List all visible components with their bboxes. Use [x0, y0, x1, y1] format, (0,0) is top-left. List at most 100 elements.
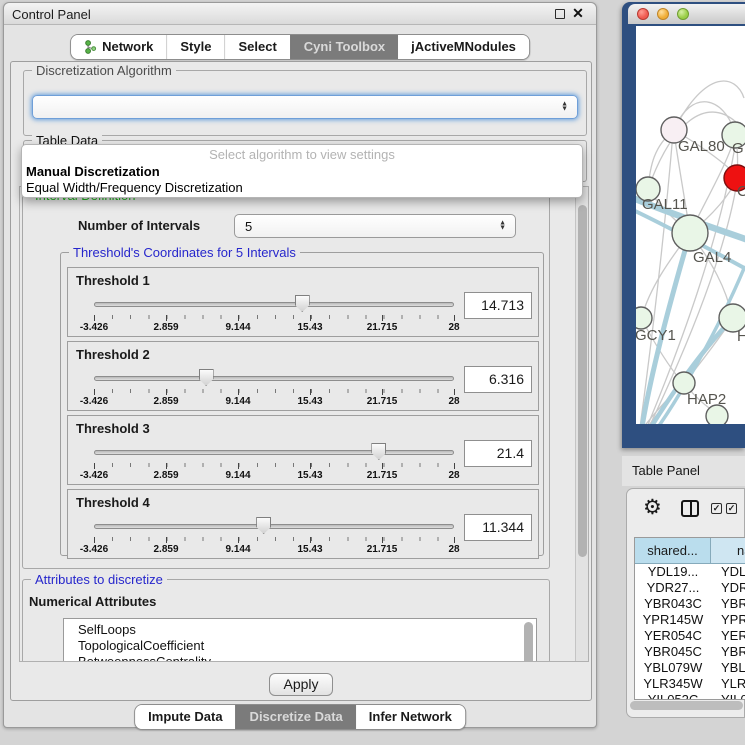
network-window-titlebar[interactable]	[628, 4, 745, 24]
threshold-3-value[interactable]: 21.4	[464, 440, 532, 467]
vertical-scrollbar[interactable]	[575, 187, 588, 661]
split-columns-icon[interactable]	[681, 500, 699, 517]
number-of-intervals-label: Number of Intervals	[78, 218, 200, 233]
tick-label: 28	[448, 396, 459, 407]
cell-shared-name[interactable]: YBL079W	[635, 660, 711, 676]
tick-major	[94, 463, 95, 469]
tick-major	[238, 537, 239, 543]
table-row[interactable]: YBL079WYBL0	[635, 660, 745, 676]
table-row[interactable]: YLR345WYLR3	[635, 676, 745, 692]
close-icon[interactable]: ✕	[571, 7, 585, 21]
table-row[interactable]: YDR27...YDR2	[635, 580, 745, 596]
node-gcy1[interactable]	[636, 307, 652, 329]
column-header-shared[interactable]: shared...	[635, 538, 711, 564]
cell-name[interactable]: YDL1	[711, 564, 745, 580]
apply-button[interactable]: Apply	[269, 673, 333, 696]
cell-name[interactable]: YER0	[711, 628, 745, 644]
list-scrollbar[interactable]	[524, 622, 533, 662]
zoom-traffic-light-icon[interactable]	[677, 8, 689, 20]
table-row[interactable]: YBR043CYBR0	[635, 596, 745, 612]
threshold-1-value[interactable]: 14.713	[464, 292, 532, 319]
tick-label: 28	[448, 544, 459, 555]
cell-shared-name[interactable]: YBR045C	[635, 644, 711, 660]
table-panel-header-bar[interactable]: Table Panel	[622, 456, 745, 486]
label-gal11: GAL11	[642, 196, 688, 213]
threshold-4-slider[interactable]: -3.4262.8599.14415.4321.71528	[94, 516, 454, 556]
slider-track[interactable]	[94, 450, 454, 455]
close-traffic-light-icon[interactable]	[637, 8, 649, 20]
cell-name[interactable]: YBR0	[711, 596, 745, 612]
vertical-scrollbar-thumb[interactable]	[578, 205, 587, 557]
tick-major	[238, 463, 239, 469]
attribute-list-item[interactable]: TopologicalCoefficient	[64, 638, 536, 654]
cyni-toolbox-pane: Discretization Algorithm ▲▼ Table Data g…	[10, 61, 592, 701]
label-partial-c: C	[737, 183, 745, 200]
threshold-1-slider[interactable]: -3.4262.8599.14415.4321.71528	[94, 294, 454, 334]
tab-jactivemnodules[interactable]: jActiveMNodules	[398, 35, 529, 59]
tick-label: 9.144	[225, 544, 250, 555]
horizontal-scrollbar-thumb[interactable]	[630, 701, 743, 710]
cell-shared-name[interactable]: YBR043C	[635, 596, 711, 612]
slider-track[interactable]	[94, 524, 454, 529]
tab-network[interactable]: Network	[71, 35, 166, 59]
popup-option-equal-width-frequency[interactable]: Equal Width/Frequency Discretization	[26, 180, 243, 195]
cell-name[interactable]: YBR0	[711, 644, 745, 660]
table-row[interactable]: YBR045CYBR0	[635, 644, 745, 660]
tab-style[interactable]: Style	[166, 35, 224, 59]
column-header-name[interactable]: name	[711, 538, 745, 564]
popup-option-manual-discretization[interactable]: Manual Discretization	[26, 164, 160, 179]
numerical-attributes-list[interactable]: SelfLoopsTopologicalCoefficientBetweenne…	[63, 618, 537, 662]
cell-shared-name[interactable]: YER054C	[635, 628, 711, 644]
slider-thumb[interactable]	[371, 443, 386, 460]
control-panel-titlebar[interactable]: Control Panel ✕	[4, 3, 596, 25]
slider-thumb[interactable]	[256, 517, 271, 534]
slider-ticks: -3.4262.8599.14415.4321.71528	[94, 315, 454, 321]
cell-name[interactable]: YDR2	[711, 580, 745, 596]
number-of-intervals-spinner[interactable]: 5 ▲▼	[234, 214, 516, 238]
gear-icon[interactable]: ⚙	[643, 497, 662, 519]
slider-thumb[interactable]	[295, 295, 310, 312]
cell-name[interactable]: YPR1	[711, 612, 745, 628]
tab-impute-data-label: Impute Data	[148, 709, 222, 724]
tab-impute-data[interactable]: Impute Data	[135, 705, 235, 729]
attribute-list-item[interactable]: SelfLoops	[64, 622, 536, 638]
cell-shared-name[interactable]: YDR27...	[635, 580, 711, 596]
slider-track[interactable]	[94, 376, 454, 381]
threshold-3-slider[interactable]: -3.4262.8599.14415.4321.71528	[94, 442, 454, 482]
network-canvas[interactable]: GAL80 G C GAL11 GAL4 GCY1 H HAP2	[636, 26, 745, 424]
minimize-traffic-light-icon[interactable]	[657, 8, 669, 20]
interval-definition-group: Interval Definition Number of Intervals …	[22, 195, 550, 569]
cell-shared-name[interactable]: YIL052C	[635, 692, 711, 700]
cell-shared-name[interactable]: YLR345W	[635, 676, 711, 692]
algorithm-combobox[interactable]: ▲▼	[32, 95, 578, 119]
table-row[interactable]: YIL052CYIL0	[635, 692, 745, 700]
node-gal4[interactable]	[672, 215, 708, 251]
table-row[interactable]: YDL19...YDL1	[635, 564, 745, 580]
tick-major	[166, 389, 167, 395]
attributes-group-title: Attributes to discretize	[31, 572, 167, 587]
cell-shared-name[interactable]: YDL19...	[635, 564, 711, 580]
cell-name[interactable]: YLR3	[711, 676, 745, 692]
tick-label: 15.43	[297, 544, 322, 555]
cell-name[interactable]: YIL0	[711, 692, 745, 700]
tab-cyni-toolbox[interactable]: Cyni Toolbox	[290, 35, 398, 59]
threshold-4-value[interactable]: 11.344	[464, 514, 532, 541]
threshold-2-value[interactable]: 6.316	[464, 366, 532, 393]
cell-name[interactable]: YBL0	[711, 660, 745, 676]
checkbox-icon[interactable]: ✓	[726, 503, 737, 514]
slider-thumb[interactable]	[199, 369, 214, 386]
table-row[interactable]: YER054CYER0	[635, 628, 745, 644]
tab-infer-network[interactable]: Infer Network	[356, 705, 465, 729]
checkbox-icon[interactable]: ✓	[711, 503, 722, 514]
cell-shared-name[interactable]: YPR145W	[635, 612, 711, 628]
tab-discretize-data[interactable]: Discretize Data	[236, 705, 356, 729]
table-row[interactable]: YPR145WYPR1	[635, 612, 745, 628]
tick-label: 9.144	[225, 470, 250, 481]
attribute-list-item[interactable]: BetweennessCentrality	[64, 654, 536, 662]
float-window-icon[interactable]	[553, 7, 567, 21]
tab-select[interactable]: Select	[224, 35, 289, 59]
tick-label: -3.426	[80, 396, 108, 407]
slider-track[interactable]	[94, 302, 454, 307]
tick-label: 2.859	[153, 470, 178, 481]
threshold-2-slider[interactable]: -3.4262.8599.14415.4321.71528	[94, 368, 454, 408]
